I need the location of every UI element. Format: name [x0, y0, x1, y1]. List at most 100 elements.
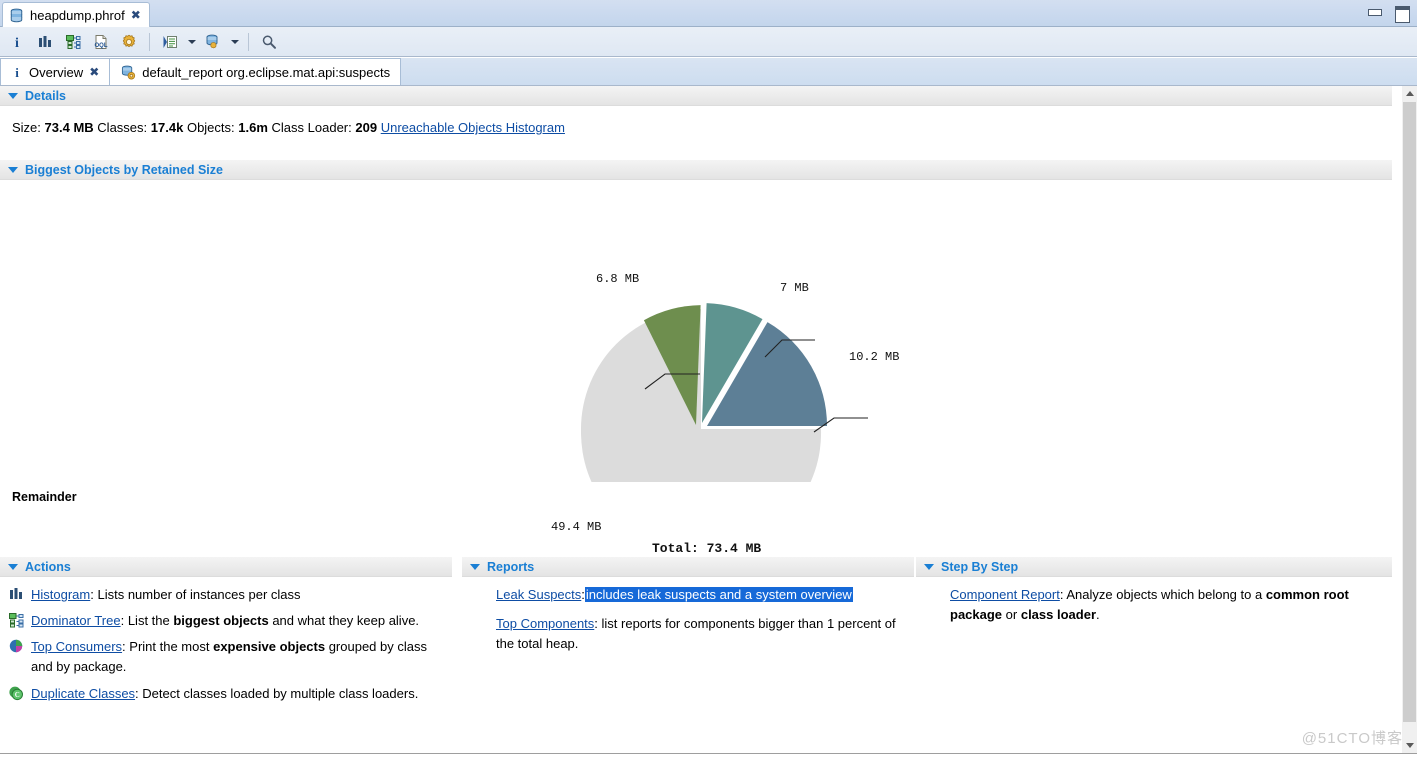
step-desc-mid: or — [1002, 607, 1021, 623]
close-icon[interactable]: ✖ — [131, 9, 141, 21]
section-header-actions[interactable]: Actions — [0, 557, 452, 577]
list-item[interactable]: Histogram: Lists number of instances per… — [0, 585, 452, 611]
overview-info-icon[interactable]: i — [4, 30, 30, 54]
chevron-down-icon[interactable] — [8, 563, 18, 570]
heapdump-icon — [9, 8, 24, 23]
action-top-consumers-text: Top Consumers: Print the most expensive … — [31, 637, 446, 677]
chevron-down-icon[interactable] — [8, 166, 18, 173]
action-desc-2: and what they keep alive. — [268, 613, 420, 629]
pie-chart-svg — [581, 303, 868, 482]
info-icon: i — [11, 65, 23, 79]
calculate-gear-icon[interactable] — [116, 30, 142, 54]
vertical-scrollbar-thumb[interactable] — [1403, 102, 1416, 722]
list-item[interactable]: Leak Suspects:includes leak suspects and… — [462, 585, 914, 614]
section-header-biggest-objects[interactable]: Biggest Objects by Retained Size — [0, 160, 1392, 180]
actions-list: Histogram: Lists number of instances per… — [0, 577, 452, 710]
action-desc: Print the most — [125, 639, 214, 655]
scroll-up-arrow-icon[interactable] — [1402, 86, 1417, 101]
list-item[interactable]: Top Consumers: Print the most expensive … — [0, 637, 452, 683]
horizontal-scrollbar[interactable] — [0, 753, 1417, 774]
action-dominator-tree-text: Dominator Tree: List the biggest objects… — [31, 611, 446, 631]
oql-icon[interactable]: OQL — [88, 30, 114, 54]
window-buttons — [1367, 5, 1410, 23]
run-expert-system-icon[interactable] — [200, 30, 226, 54]
section-header-details[interactable]: Details — [0, 86, 1392, 106]
dominator-tree-icon[interactable] — [60, 30, 86, 54]
size-value: 73.4 MB — [44, 120, 94, 135]
biggest-objects-pie-chart[interactable]: 6.8 MB 7 MB 10.2 MB 49.4 MB Total: 73.4 … — [0, 182, 1392, 556]
toolbar-separator — [149, 32, 150, 51]
svg-text:i: i — [15, 36, 19, 50]
pie-label-49-4mb: 49.4 MB — [551, 520, 602, 534]
tab-default-report[interactable]: default_report org.eclipse.mat.api:suspe… — [110, 58, 402, 85]
top-consumers-icon — [8, 638, 24, 655]
section-title-reports: Reports — [487, 559, 535, 574]
step-desc-2: . — [1096, 607, 1100, 623]
expert-system-dropdown-arrow-icon[interactable] — [228, 30, 241, 54]
step-desc: Analyze objects which belong to a — [1063, 587, 1266, 602]
histogram-icon[interactable] — [32, 30, 58, 54]
chevron-down-icon[interactable] — [924, 563, 934, 570]
list-item[interactable]: Top Components: list reports for compone… — [462, 614, 914, 663]
pie-label-6-8mb: 6.8 MB — [596, 272, 640, 286]
classloader-label: Class Loader: — [271, 120, 352, 135]
vertical-scrollbar[interactable] — [1402, 86, 1417, 753]
action-desc-bold: biggest objects — [173, 613, 269, 629]
main-toolbar: i OQL — [0, 27, 1417, 57]
component-report-link[interactable]: Component Report — [950, 587, 1060, 602]
panel-step-by-step: Step By Step Component Report: Analyze o… — [916, 557, 1392, 634]
overview-canvas: Details Size: 73.4 MB Classes: 17.4k Obj… — [0, 86, 1408, 753]
action-desc: Detect classes loaded by multiple class … — [138, 685, 419, 701]
section-header-step-by-step[interactable]: Step By Step — [916, 557, 1392, 577]
section-title-biggest-objects: Biggest Objects by Retained Size — [25, 162, 223, 177]
objects-value: 1.6m — [238, 120, 268, 135]
query-browser-icon[interactable] — [157, 30, 183, 54]
scroll-down-arrow-icon[interactable] — [1402, 738, 1417, 753]
unreachable-objects-histogram-link[interactable]: Unreachable Objects Histogram — [381, 120, 565, 135]
query-browser-dropdown-arrow-icon[interactable] — [185, 30, 198, 54]
close-icon[interactable]: ✖ — [89, 65, 99, 79]
classloader-value: 209 — [355, 120, 378, 135]
size-label: Size: — [12, 120, 41, 135]
classes-label: Classes: — [97, 120, 148, 135]
window-titlebar: heapdump.phrof ✖ — [0, 0, 1417, 27]
chevron-down-icon[interactable] — [8, 92, 18, 99]
pie-label-10-2mb: 10.2 MB — [849, 350, 900, 364]
toolbar-separator-2 — [248, 32, 249, 51]
editor-tab-heapdump[interactable]: heapdump.phrof ✖ — [2, 2, 150, 27]
dominator-tree-link[interactable]: Dominator Tree — [31, 613, 121, 628]
search-icon[interactable] — [256, 30, 282, 54]
list-item[interactable]: C Duplicate Classes: Detect classes load… — [0, 684, 452, 710]
leak-suspects-link[interactable]: Leak Suspects — [496, 587, 581, 602]
minimize-button[interactable] — [1367, 5, 1382, 19]
report-icon — [120, 65, 136, 80]
top-consumers-link[interactable]: Top Consumers — [31, 639, 122, 654]
maximize-button[interactable] — [1394, 5, 1410, 23]
section-title-step-by-step: Step By Step — [941, 559, 1019, 574]
svg-text:i: i — [15, 65, 19, 79]
action-duplicate-classes-text: Duplicate Classes: Detect classes loaded… — [31, 684, 446, 704]
list-item[interactable]: Dominator Tree: List the biggest objects… — [0, 611, 452, 637]
editor-tab-label: heapdump.phrof — [30, 7, 125, 23]
panel-actions: Actions Histogram: Lists number of insta… — [0, 557, 452, 710]
reports-list: Leak Suspects:includes leak suspects and… — [462, 577, 914, 663]
section-title-actions: Actions — [25, 559, 71, 574]
top-components-link[interactable]: Top Components — [496, 616, 594, 631]
pie-total-label: Total: 73.4 MB — [652, 541, 762, 556]
pie-label-7mb: 7 MB — [780, 281, 809, 295]
watermark: @51CTO博客 — [1301, 730, 1403, 747]
action-histogram-text: Histogram: Lists number of instances per… — [31, 585, 446, 605]
objects-label: Objects: — [186, 120, 235, 135]
step-desc-bold-2: class loader — [1020, 607, 1096, 623]
histogram-link[interactable]: Histogram — [31, 587, 90, 602]
tab-overview[interactable]: i Overview ✖ — [0, 58, 111, 85]
dominator-tree-icon — [8, 612, 24, 629]
tab-default-report-label: default_report org.eclipse.mat.api:suspe… — [142, 64, 391, 80]
section-header-reports[interactable]: Reports — [462, 557, 914, 577]
chevron-down-icon[interactable] — [470, 563, 480, 570]
duplicate-classes-icon: C — [8, 685, 24, 702]
duplicate-classes-link[interactable]: Duplicate Classes — [31, 686, 135, 701]
histogram-icon — [8, 586, 24, 603]
list-item[interactable]: Component Report: Analyze objects which … — [916, 585, 1392, 634]
classes-value: 17.4k — [150, 120, 184, 135]
